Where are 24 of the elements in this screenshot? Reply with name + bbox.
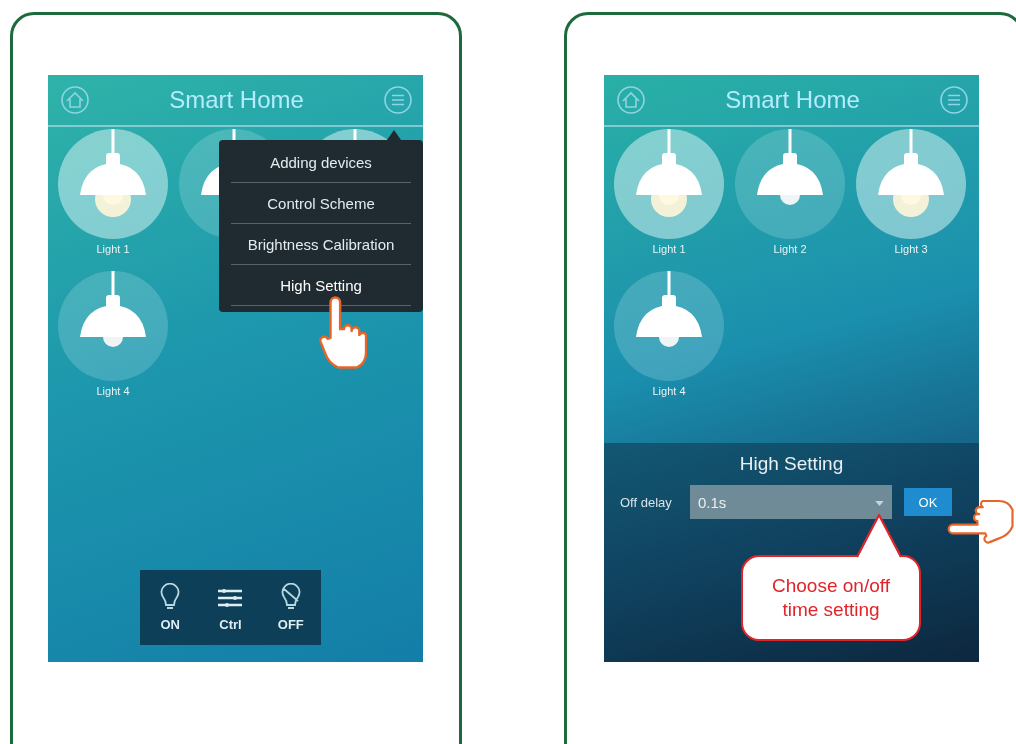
toolbar-button[interactable]: OFF [273,581,308,634]
menu-icon[interactable] [383,85,413,115]
light-button[interactable]: Light 4 [58,271,168,409]
app-title: Smart Home [169,86,304,114]
light-button[interactable]: Light 4 [614,271,724,409]
caret-icon [875,501,884,506]
light-button[interactable]: Light 2 [735,129,845,267]
home-icon[interactable] [60,85,90,115]
toolbar-button[interactable]: Ctrl [213,581,248,634]
ok-button[interactable]: OK [904,488,952,516]
home-icon[interactable] [616,85,646,115]
app-title: Smart Home [725,86,860,114]
menu-item[interactable]: Brightness Calibration [231,224,411,265]
menu-item[interactable]: Adding devices [231,142,411,183]
off-delay-dropdown[interactable]: 0.1s [690,485,892,519]
panel-title: High Setting [738,452,845,475]
menu-item[interactable]: Control Scheme [231,183,411,224]
toolbar-button[interactable]: ON [153,581,188,634]
light-button[interactable]: Light 1 [614,129,724,267]
light-button[interactable]: Light 3 [856,129,966,267]
light-button[interactable]: Light 1 [58,129,168,267]
field-label: Off delay [620,494,673,510]
menu-icon[interactable] [939,85,969,115]
pointing-hand-icon [319,294,367,372]
